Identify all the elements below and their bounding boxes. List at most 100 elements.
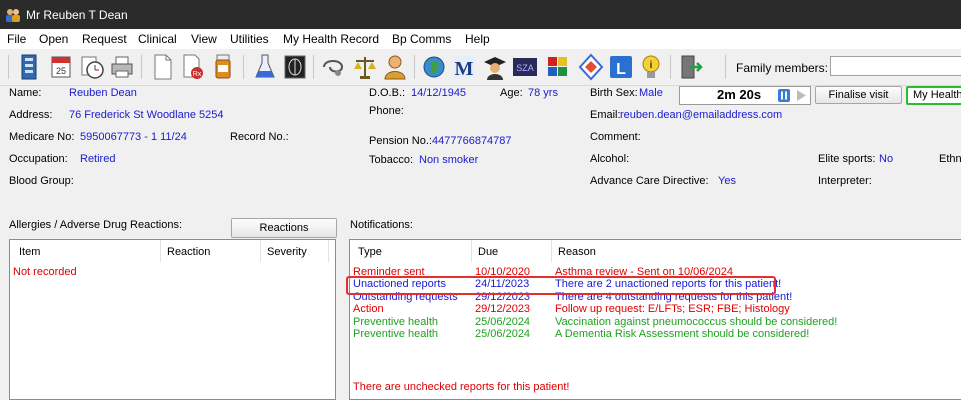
finalise-visit-button[interactable]: Finalise visit (815, 86, 902, 104)
dob-value: 14/12/1945 (411, 87, 467, 99)
allergies-list[interactable]: Item Reaction Severity Not recorded (9, 239, 336, 400)
stopwatch-icon[interactable] (79, 53, 105, 81)
notification-row[interactable]: Preventive health 25/06/2024 A Dementia Ri… (353, 328, 953, 340)
notification-type: Preventive health (353, 328, 438, 340)
patient-files-icon[interactable] (17, 53, 43, 81)
email-label: Email: (590, 109, 621, 121)
puzzle-pieces-icon[interactable] (545, 53, 571, 81)
toolbar-separator (313, 55, 314, 79)
occupation-label: Occupation: (9, 153, 68, 165)
column-reaction[interactable]: Reaction (167, 246, 210, 258)
app-people-icon (6, 9, 20, 22)
column-reason[interactable]: Reason (558, 246, 596, 258)
acd-value: Yes (718, 175, 736, 187)
graduate-icon[interactable] (482, 53, 508, 81)
menu-view[interactable]: View (191, 32, 217, 46)
birth-sex-value: Male (639, 87, 663, 99)
highlight-box (346, 276, 776, 295)
toolbar-separator (414, 55, 415, 79)
pension-label: Pension No.: (369, 135, 432, 147)
toolbar-separator (725, 55, 726, 79)
notification-due: 29/12/2023 (475, 303, 531, 316)
column-divider (471, 240, 472, 262)
notifications-label: Notifications: (350, 219, 413, 231)
svg-text:SZA: SZA (516, 63, 534, 73)
notification-reason: A Dementia Risk Assessment should be con… (555, 328, 810, 340)
prescription-icon[interactable]: Rx (180, 53, 206, 81)
tobacco-value: Non smoker (419, 154, 479, 166)
menu-open[interactable]: Open (39, 32, 68, 46)
calendar-icon[interactable]: 25 (49, 53, 75, 81)
notification-type: Action (353, 303, 384, 316)
menu-my-health-record[interactable]: My Health Record (283, 32, 379, 46)
notification-type: Preventive health (353, 315, 438, 328)
notification-reason: Follow up request: E/LFTs; ESR; FBE; His… (555, 303, 790, 316)
toolbar-separator (141, 55, 142, 79)
column-severity[interactable]: Severity (267, 246, 307, 258)
scales-icon[interactable] (352, 53, 378, 81)
lightbulb-info-icon[interactable]: i (638, 53, 664, 81)
svg-text:i: i (650, 60, 653, 71)
address-label: Address: (9, 109, 53, 121)
email-value: reuben.dean@emailaddress.com (620, 109, 783, 121)
column-divider (260, 240, 261, 262)
svg-text:M: M (455, 58, 474, 80)
menu-bp-comms[interactable]: Bp Comms (392, 32, 451, 46)
family-members-dropdown[interactable] (830, 56, 961, 76)
record-number-label: Record No.: (230, 131, 289, 143)
menu-bar: File Open Request Clinical View Utilitie… (0, 29, 961, 49)
age-label: Age: (500, 87, 523, 99)
notification-row[interactable]: Action 29/12/2023 Follow up request: E/LFT… (353, 303, 953, 315)
toolbar-grip (8, 55, 9, 79)
tobacco-label: Tobacco: (369, 154, 414, 166)
printer-icon[interactable] (109, 53, 135, 81)
medline-m-icon[interactable]: M (451, 53, 477, 81)
person-icon[interactable] (382, 53, 408, 81)
svg-text:Rx: Rx (193, 71, 202, 78)
toolbar-separator (670, 55, 671, 79)
play-icon[interactable] (795, 89, 808, 102)
notification-row[interactable]: Preventive health 25/06/2024 Vaccination a… (353, 316, 953, 328)
acd-label: Advance Care Directive: (590, 175, 709, 187)
stethoscope-icon[interactable] (320, 53, 346, 81)
toolbar-separator (243, 55, 244, 79)
xray-icon[interactable] (282, 53, 308, 81)
column-type[interactable]: Type (358, 246, 382, 258)
medicare-number: 5950067773 - 1 11/24 (80, 131, 187, 143)
column-divider (551, 240, 552, 262)
column-due[interactable]: Due (478, 246, 498, 258)
age-value: 78 yrs (528, 87, 558, 99)
notifications-list[interactable]: Type Due Reason Reminder sent 10/10/2020 A… (346, 239, 961, 400)
exit-door-icon[interactable] (678, 53, 704, 81)
allergies-label: Allergies / Adverse Drug Reactions: (9, 219, 183, 231)
my-health-button[interactable]: My Health (906, 86, 961, 105)
diamond-icon[interactable] (578, 53, 604, 81)
flask-icon[interactable] (252, 53, 278, 81)
notification-reason: Vaccination against pneumococcus should … (555, 315, 838, 328)
blood-group-label: Blood Group: (9, 175, 74, 187)
dob-label: D.O.B.: (369, 87, 406, 99)
interpreter-label: Interpreter: (818, 175, 872, 187)
reactions-button[interactable]: Reactions (231, 218, 337, 238)
column-divider (160, 240, 161, 262)
document-icon[interactable] (150, 53, 176, 81)
allergies-empty-text: Not recorded (13, 266, 77, 278)
globe-icon[interactable] (421, 53, 447, 81)
name-label: Name: (9, 87, 42, 99)
unchecked-reports-message: There are unchecked reports for this pat… (353, 381, 570, 393)
scorecard-icon[interactable]: SZA (512, 53, 538, 81)
menu-help[interactable]: Help (465, 32, 490, 46)
menu-file[interactable]: File (7, 32, 26, 46)
column-item[interactable]: Item (19, 246, 40, 258)
menu-request[interactable]: Request (82, 32, 127, 46)
elite-sports-value: No (879, 153, 894, 165)
menu-utilities[interactable]: Utilities (230, 32, 269, 46)
pill-bottle-icon[interactable] (210, 53, 236, 81)
title-bar: Mr Reuben T Dean (0, 0, 961, 29)
elite-sports-label: Elite sports: (818, 153, 876, 165)
svg-text:L: L (616, 61, 626, 78)
menu-clinical[interactable]: Clinical (138, 32, 177, 46)
family-members-label: Family members: (736, 61, 829, 75)
l-icon[interactable]: L (608, 53, 634, 81)
pause-icon[interactable] (777, 88, 791, 103)
